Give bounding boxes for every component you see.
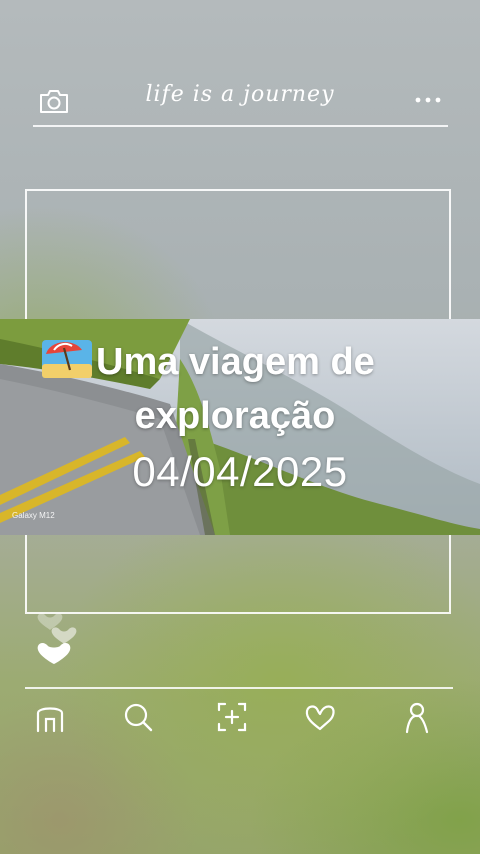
bottom-nav [0, 695, 480, 740]
post-date: 04/04/2025 [132, 448, 348, 495]
photo-watermark: Galaxy M12 [12, 511, 55, 520]
search-icon[interactable] [120, 699, 156, 735]
beach-umbrella-icon [42, 340, 92, 378]
home-icon[interactable] [32, 699, 68, 735]
nav-divider [25, 687, 453, 689]
post-headline: Uma viagem de exploração [40, 335, 460, 443]
add-post-icon[interactable] [214, 699, 250, 735]
floating-hearts-icon[interactable] [36, 610, 82, 670]
heart-icon[interactable] [302, 699, 338, 735]
header-divider [33, 125, 448, 127]
headline-line1: Uma viagem de [96, 341, 375, 383]
top-bar: life is a journey [0, 0, 480, 130]
profile-icon[interactable] [398, 699, 434, 735]
headline-line2: exploração [134, 395, 336, 437]
app-title: life is a journey [145, 82, 335, 107]
more-dots-icon[interactable] [412, 92, 444, 108]
